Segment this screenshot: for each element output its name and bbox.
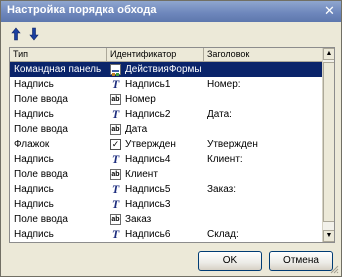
scroll-thumb[interactable]: [323, 62, 334, 222]
cell-identifier: Склад: [125, 242, 205, 243]
cell-caption: Склад:: [207, 229, 239, 240]
cell-identifier: Номер: [125, 94, 156, 105]
cell-type: Поле ввода: [14, 242, 106, 243]
cell-caption: [207, 197, 319, 212]
cell-caption: [207, 242, 319, 243]
cell-type: Поле ввода: [14, 124, 68, 135]
cell-caption: [207, 122, 319, 137]
tab-order-table[interactable]: Тип Идентификатор Заголовок Командная па…: [9, 47, 335, 243]
table-row[interactable]: Надпись T Надпись6 Склад:: [10, 227, 322, 242]
close-button[interactable]: ✕: [322, 4, 337, 18]
vertical-scrollbar[interactable]: ▲ ▼: [322, 48, 334, 242]
cell-type: Командная панель: [14, 64, 102, 75]
cell-identifier: Дата: [125, 124, 148, 135]
cell-identifier: Клиент: [125, 169, 158, 180]
resize-grip-icon[interactable]: [329, 264, 339, 274]
label-icon: T: [111, 197, 120, 211]
cell-caption: Клиент:: [207, 154, 243, 165]
table-row[interactable]: Флажок ✓ Утвержден Утвержден: [10, 137, 322, 152]
cell-type: Надпись: [14, 154, 54, 165]
cancel-button[interactable]: Отмена: [269, 251, 333, 271]
input-field-icon: ab: [110, 214, 121, 225]
move-down-button[interactable]: [27, 26, 41, 42]
cell-type: Надпись: [14, 79, 54, 90]
label-icon: T: [111, 227, 120, 241]
table-row[interactable]: Поле вводаabСклад: [10, 242, 322, 243]
table-row[interactable]: Надпись T Надпись5 Заказ:: [10, 182, 322, 197]
cell-caption: [207, 92, 319, 107]
cell-type: Надпись: [14, 109, 54, 120]
cell-caption: [207, 167, 319, 182]
cell-identifier: Утвержден: [125, 139, 176, 150]
arrow-up-icon: [11, 27, 21, 41]
input-field-icon: ab: [110, 169, 121, 180]
cell-type: Флажок: [14, 139, 50, 150]
label-icon: T: [111, 182, 120, 196]
column-header-type[interactable]: Тип: [10, 48, 107, 61]
cell-type: Поле ввода: [14, 169, 68, 180]
title-bar[interactable]: Настройка порядка обхода ✕: [1, 1, 341, 22]
cell-identifier: Надпись5: [125, 184, 171, 195]
cell-caption: Номер:: [207, 79, 241, 90]
cell-type: Поле ввода: [14, 214, 68, 225]
table-row[interactable]: Командная панель ДействияФормы: [10, 62, 322, 77]
table-row[interactable]: Надпись T Надпись3: [10, 197, 322, 212]
cell-identifier: Надпись4: [125, 154, 171, 165]
column-header-caption[interactable]: Заголовок: [204, 48, 322, 61]
table-row[interactable]: Надпись T Надпись1 Номер:: [10, 77, 322, 92]
table-row[interactable]: Поле ввода ab Клиент: [10, 167, 322, 182]
input-field-icon: ab: [110, 124, 121, 135]
table-header: Тип Идентификатор Заголовок: [10, 48, 322, 62]
cell-caption: Утвержден: [207, 139, 258, 150]
arrow-down-icon: [29, 27, 39, 41]
column-header-identifier[interactable]: Идентификатор: [107, 48, 204, 61]
cell-identifier: Надпись1: [125, 79, 171, 90]
dialog-title: Настройка порядка обхода: [7, 4, 157, 16]
cell-caption: Дата:: [207, 109, 232, 120]
cell-identifier: Надпись2: [125, 109, 171, 120]
cell-type: Надпись: [14, 199, 54, 210]
table-row[interactable]: Поле ввода ab Дата: [10, 122, 322, 137]
cell-identifier: Надпись6: [125, 229, 171, 240]
cell-caption: Заказ:: [207, 184, 237, 195]
label-icon: T: [111, 152, 120, 166]
cell-type: Надпись: [14, 184, 54, 195]
table-row[interactable]: Поле ввода ab Заказ: [10, 212, 322, 227]
scroll-up-button[interactable]: ▲: [323, 48, 334, 60]
checkbox-icon: ✓: [110, 139, 121, 150]
scroll-down-button[interactable]: ▼: [323, 230, 334, 242]
label-icon: T: [111, 107, 120, 121]
cell-type: Поле ввода: [14, 94, 68, 105]
move-up-button[interactable]: [9, 26, 23, 42]
cell-identifier: Надпись3: [125, 199, 171, 210]
cell-caption: [207, 212, 319, 227]
table-row[interactable]: Поле ввода ab Номер: [10, 92, 322, 107]
ok-button[interactable]: OK: [198, 251, 262, 271]
label-icon: T: [111, 77, 120, 91]
form-actions-icon: [110, 64, 121, 76]
cell-type: Надпись: [14, 229, 54, 240]
settings-dialog: Настройка порядка обхода ✕ Тип Идентифик…: [0, 0, 342, 277]
cell-identifier: Заказ: [125, 214, 152, 225]
cell-identifier: ДействияФормы: [125, 64, 202, 75]
table-row[interactable]: Надпись T Надпись2 Дата:: [10, 107, 322, 122]
cell-caption: [207, 62, 319, 77]
table-row[interactable]: Надпись T Надпись4 Клиент:: [10, 152, 322, 167]
input-field-icon: ab: [110, 94, 121, 105]
